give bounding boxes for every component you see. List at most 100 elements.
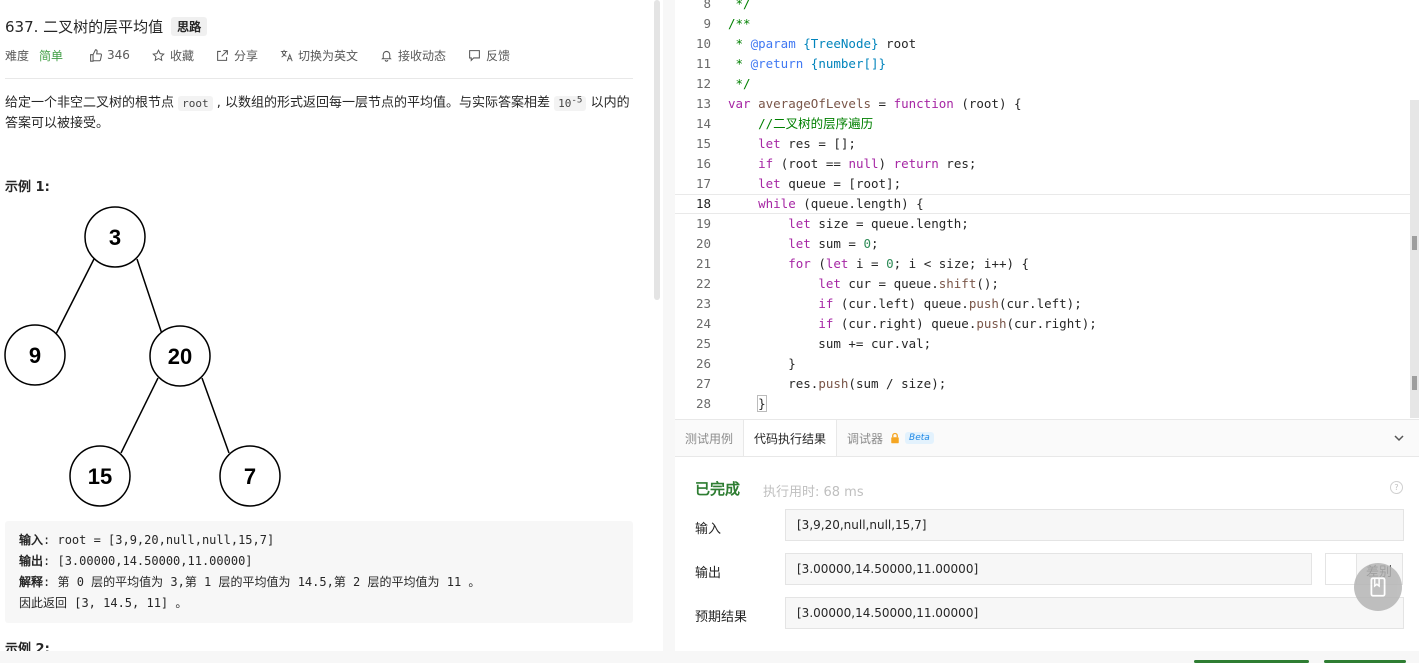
bell-icon xyxy=(381,50,392,62)
exponent-power: -5 xyxy=(571,94,583,105)
like-button[interactable]: 346 xyxy=(89,48,130,62)
share-icon xyxy=(217,49,228,61)
feedback-button[interactable]: 反馈 xyxy=(468,47,510,64)
line-number: 8 xyxy=(703,0,711,11)
tab-run-result[interactable]: 代码执行结果 xyxy=(743,420,838,456)
line-number: 25 xyxy=(695,336,711,351)
line-number: 9 xyxy=(703,16,711,31)
example-input-line: 输入: root = [3,9,20,null,null,15,7] xyxy=(19,530,619,551)
result-output-value: [3.00000,14.50000,11.00000] xyxy=(785,553,1312,585)
share-label: 分享 xyxy=(233,48,258,63)
help-icon[interactable]: ? xyxy=(1390,481,1403,494)
code-text: res.push(sum / size); xyxy=(728,376,947,391)
example-explain-value: : 第 0 层的平均值为 3,第 1 层的平均值为 14.5,第 2 层的平均值… xyxy=(43,575,481,589)
code-line: 26 } xyxy=(675,354,1410,374)
line-number: 11 xyxy=(695,56,711,71)
line-number: 21 xyxy=(695,256,711,271)
execution-time: 执行用时: 68 ms xyxy=(763,485,864,500)
code-text: /** xyxy=(728,16,751,31)
code-text: let queue = [root]; xyxy=(758,176,902,191)
example-input-value: : root = [3,9,20,null,null,15,7] xyxy=(43,533,275,547)
code-line-current: 18 while (queue.length) { xyxy=(675,194,1410,214)
current-line-number: 18 xyxy=(695,196,711,211)
code-editor[interactable]: 8 */ 9 /** 10 * @param {TreeNode} root 11… xyxy=(675,0,1419,418)
switch-language-button[interactable]: 切换为英文 xyxy=(280,47,358,64)
description-text: 给定一个非空二叉树的根节点 xyxy=(5,95,179,111)
tab-debugger[interactable]: 调试器 Beta xyxy=(837,420,944,456)
result-input-label: 输入 xyxy=(695,522,722,537)
code-line: 23 if (cur.left) queue.push(cur.left); xyxy=(675,294,1410,314)
tree-edge xyxy=(120,377,159,454)
example-input-label: 输入 xyxy=(19,533,44,547)
problem-description: 给定一个非空二叉树的根节点 root , 以数组的形式返回每一层节点的平均值。与… xyxy=(5,90,633,134)
line-number: 20 xyxy=(695,236,711,251)
left-scrollbar[interactable] xyxy=(654,0,660,300)
comment-icon xyxy=(469,49,480,62)
example-explain-line-2: 因此返回 [3, 14.5, 11] 。 xyxy=(19,596,188,610)
lock-icon xyxy=(891,432,899,444)
favorite-button[interactable]: 收藏 xyxy=(152,47,194,64)
inline-code-root: root xyxy=(178,95,213,111)
tree-node-label: 9 xyxy=(29,343,41,368)
code-text: } xyxy=(728,356,796,371)
star-icon xyxy=(152,48,165,61)
code-line: 16 if (root == null) return res; xyxy=(675,154,1410,174)
favorite-label: 收藏 xyxy=(169,48,194,63)
line-number: 28 xyxy=(695,396,711,411)
tree-edge xyxy=(136,258,163,335)
result-input-value: [3,9,20,null,null,15,7] xyxy=(785,509,1404,541)
example-output-line: 输出: [3.00000,14.50000,11.00000] xyxy=(19,551,619,572)
code-line: 13 var averageOfLevels = function (root) … xyxy=(675,94,1410,114)
problem-header: 637. 二叉树的层平均值 思路 xyxy=(5,15,208,37)
line-number: 13 xyxy=(695,96,711,111)
line-number: 23 xyxy=(695,296,711,311)
result-output-label: 输出 xyxy=(695,566,722,581)
code-line: 28 } xyxy=(675,394,1410,414)
line-number: 14 xyxy=(695,116,711,131)
code-line: 17 let queue = [root]; xyxy=(675,174,1410,194)
code-line: 8 */ xyxy=(675,0,1410,14)
code-line: 20 let sum = 0; xyxy=(675,234,1410,254)
editor-panel: 8 */ 9 /** 10 * @param {TreeNode} root 11… xyxy=(675,0,1419,663)
code-text: * @param {TreeNode} root xyxy=(728,36,917,51)
translate-icon xyxy=(280,49,293,61)
feedback-label: 反馈 xyxy=(486,48,511,63)
chevron-down-icon[interactable] xyxy=(1393,432,1405,444)
line-number: 10 xyxy=(695,36,711,51)
hint-tag[interactable]: 思路 xyxy=(171,16,208,36)
code-text: //二叉树的层序遍历 xyxy=(758,116,874,131)
problem-meta-bar: 难度 简单 346 收藏 分享 切换为英文 接收动态 反馈 xyxy=(5,46,532,64)
problem-title: 637. 二叉树的层平均值 xyxy=(5,17,164,36)
line-number: 27 xyxy=(695,376,711,391)
code-line: 9 /** xyxy=(675,14,1410,34)
code-text: let res = []; xyxy=(758,136,856,151)
example-explain-label: 解释 xyxy=(19,575,44,589)
console-tabs: 测试用例 代码执行结果 调试器 Beta xyxy=(675,419,1419,457)
example-output-value: : [3.00000,14.50000,11.00000] xyxy=(43,554,253,568)
problem-panel: 637. 二叉树的层平均值 思路 难度 简单 346 收藏 分享 切换为英文 接… xyxy=(0,0,663,663)
line-number: 24 xyxy=(695,316,711,331)
line-number: 19 xyxy=(695,216,711,231)
scroll-marker xyxy=(1412,236,1417,250)
exponent-base: 10 xyxy=(558,96,572,110)
diff-checkbox[interactable] xyxy=(1326,554,1357,584)
editor-scrollbar[interactable] xyxy=(1410,100,1419,418)
tab-testcase[interactable]: 测试用例 xyxy=(675,420,743,456)
code-line: 15 let res = []; xyxy=(675,134,1410,154)
code-text: if (cur.left) queue.push(cur.left); xyxy=(818,296,1082,311)
subscribe-button[interactable]: 接收动态 xyxy=(380,47,446,64)
tree-edge xyxy=(201,377,230,454)
panel-resize-handle[interactable] xyxy=(663,0,1333,663)
code-line: 21 for (let i = 0; i < size; i++) { xyxy=(675,254,1410,274)
share-button[interactable]: 分享 xyxy=(216,47,258,64)
beta-badge: Beta xyxy=(905,432,934,444)
floating-notes-button[interactable] xyxy=(1354,563,1402,611)
code-text: let cur = queue.shift(); xyxy=(818,276,999,291)
line-number: 16 xyxy=(695,156,711,171)
thumbs-up-icon xyxy=(90,48,103,62)
code-line: 14 //二叉树的层序遍历 xyxy=(675,114,1410,134)
result-expected-label: 预期结果 xyxy=(695,610,748,625)
code-text: sum += cur.val; xyxy=(728,336,932,351)
result-expected-value: [3.00000,14.50000,11.00000] xyxy=(785,597,1404,629)
inline-code-tolerance: 10-5 xyxy=(554,94,587,111)
